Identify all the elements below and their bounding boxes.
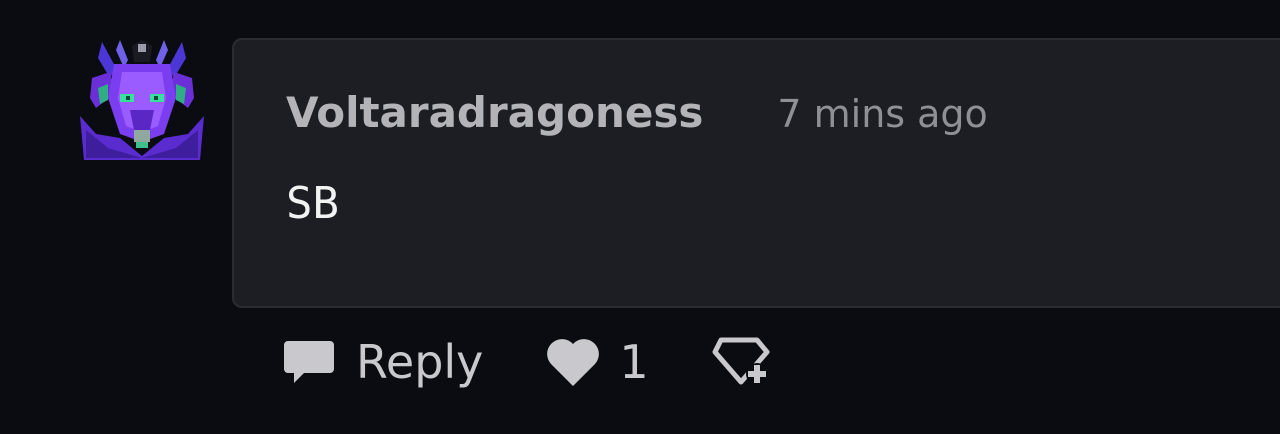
collect-button[interactable]: [711, 334, 773, 390]
reply-button[interactable]: Reply: [282, 335, 483, 389]
username-link[interactable]: Voltaradragoness: [286, 88, 703, 137]
gem-plus-icon: [712, 337, 770, 385]
like-button[interactable]: 1: [545, 335, 649, 389]
reply-label: Reply: [356, 335, 484, 389]
comment: Voltaradragoness 7 mins ago SB Reply 1: [0, 0, 1280, 434]
heart-icon: [547, 339, 600, 386]
dragon-avatar-icon: [80, 40, 204, 160]
timestamp[interactable]: 7 mins ago: [777, 92, 987, 136]
comment-body: SB: [286, 178, 339, 229]
comment-actions: Reply 1: [282, 332, 773, 392]
avatar[interactable]: [80, 38, 204, 162]
like-count: 1: [619, 335, 649, 389]
speech-bubble-icon: [284, 341, 334, 383]
comment-bubble: Voltaradragoness 7 mins ago SB: [232, 38, 1280, 308]
comment-header: Voltaradragoness 7 mins ago: [286, 88, 988, 137]
